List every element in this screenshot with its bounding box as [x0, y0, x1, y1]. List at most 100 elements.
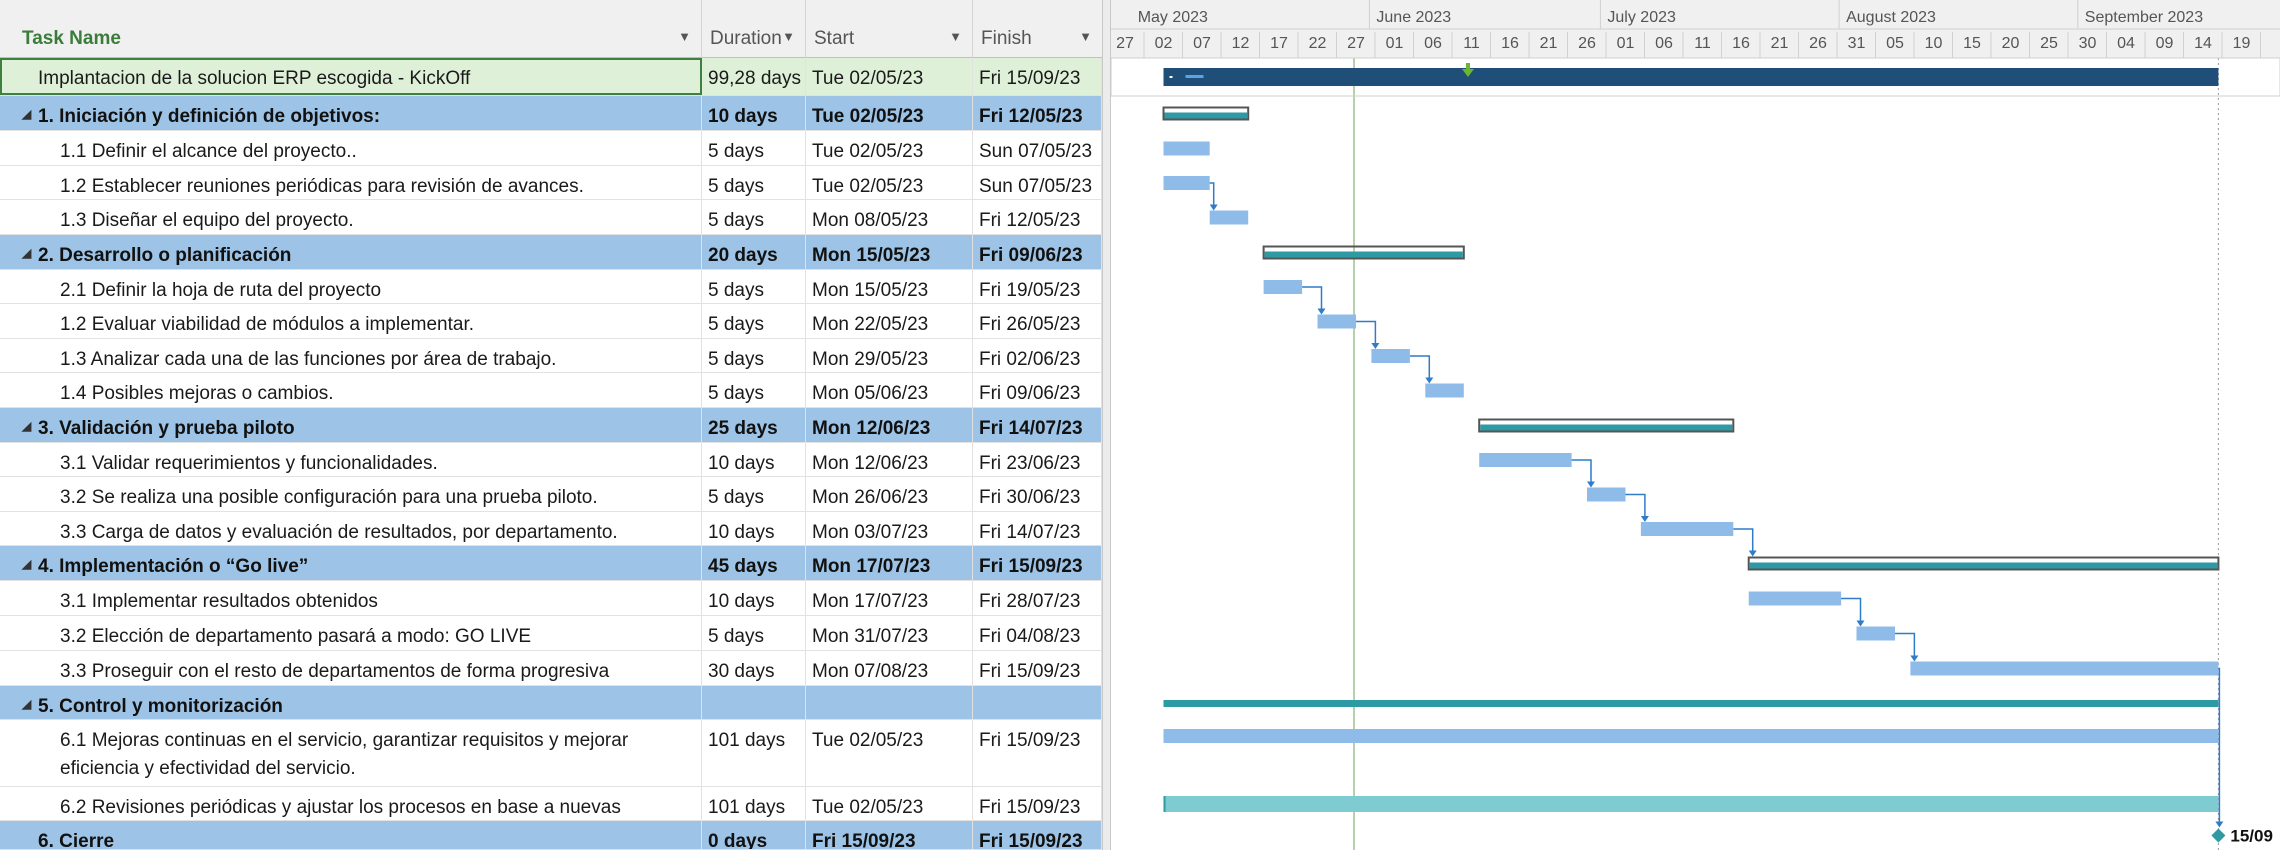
start-cell[interactable]: Mon 17/07/23 [806, 546, 973, 580]
duration-cell[interactable]: 5 days [702, 200, 806, 234]
task-name-cell[interactable]: 6. Cierre [0, 821, 702, 849]
finish-cell[interactable]: Fri 15/09/23 [973, 787, 1102, 820]
finish-cell[interactable]: Fri 26/05/23 [973, 304, 1102, 338]
duration-cell[interactable]: 5 days [702, 477, 806, 511]
start-cell[interactable]: Mon 17/07/23 [806, 581, 973, 615]
task-row[interactable]: 3.3 Proseguir con el resto de departamen… [0, 651, 1102, 686]
duration-cell[interactable] [702, 686, 806, 719]
column-header-duration[interactable]: Duration ▼ [702, 0, 806, 58]
start-cell[interactable]: Mon 03/07/23 [806, 512, 973, 545]
start-cell[interactable]: Tue 02/05/23 [806, 58, 973, 95]
filter-dropdown-icon[interactable]: ▼ [678, 29, 691, 44]
finish-cell[interactable]: Fri 14/07/23 [973, 512, 1102, 545]
duration-cell[interactable]: 5 days [702, 166, 806, 199]
task-row[interactable]: 1.2 Establecer reuniones periódicas para… [0, 166, 1102, 200]
finish-cell[interactable]: Fri 30/06/23 [973, 477, 1102, 511]
task-bar[interactable] [1425, 383, 1464, 398]
finish-cell[interactable]: Fri 14/07/23 [973, 408, 1102, 442]
finish-cell[interactable]: Fri 15/09/23 [973, 821, 1102, 849]
task-name-cell[interactable]: ◢ 5. Control y monitorización [0, 686, 702, 719]
task-name-cell[interactable]: ◢ 1. Iniciación y definición de objetivos… [0, 96, 702, 130]
task-name-cell[interactable]: ◢ 4. Implementación o “Go live” [0, 546, 702, 580]
task-row[interactable]: 3.3 Carga de datos y evaluación de resul… [0, 512, 1102, 546]
finish-cell[interactable] [973, 686, 1102, 719]
task-name-cell[interactable]: 1.3 Diseñar el equipo del proyecto. [0, 200, 702, 234]
task-name-cell[interactable]: 1.2 Establecer reuniones periódicas para… [0, 166, 702, 199]
task-row[interactable]: 1.4 Posibles mejoras o cambios. 5 days Mon… [0, 373, 1102, 408]
duration-cell[interactable]: 45 days [702, 546, 806, 580]
start-cell[interactable]: Mon 08/05/23 [806, 200, 973, 234]
start-cell[interactable]: Fri 15/09/23 [806, 821, 973, 849]
task-name-cell[interactable]: 3.1 Implementar resultados obtenidos [0, 581, 702, 615]
start-cell[interactable]: Tue 02/05/23 [806, 787, 973, 820]
duration-cell[interactable]: 5 days [702, 616, 806, 650]
task-row[interactable]: 3.2 Se realiza una posible configuración… [0, 477, 1102, 512]
finish-cell[interactable]: Fri 02/06/23 [973, 339, 1102, 372]
task-row[interactable]: 2.1 Definir la hoja de ruta del proyecto… [0, 270, 1102, 304]
duration-cell[interactable]: 5 days [702, 131, 806, 165]
finish-cell[interactable]: Fri 19/05/23 [973, 270, 1102, 303]
task-name-cell[interactable]: 3.3 Proseguir con el resto de departamen… [0, 651, 702, 685]
task-bar[interactable] [1317, 314, 1357, 329]
duration-cell[interactable]: 10 days [702, 512, 806, 545]
finish-cell[interactable]: Fri 09/06/23 [973, 373, 1102, 407]
task-name-cell[interactable]: 1.3 Analizar cada una de las funciones p… [0, 339, 702, 372]
column-header-task-name[interactable]: Task Name ▼ [0, 0, 702, 58]
summary-bar[interactable] [1164, 112, 1248, 119]
milestone-row[interactable]: 6. Cierre 0 days Fri 15/09/23 Fri 15/09/23 [0, 821, 1102, 850]
finish-cell[interactable]: Sun 07/05/23 [973, 166, 1102, 199]
task-bar[interactable] [1479, 453, 1572, 467]
task-bar[interactable] [1209, 210, 1249, 225]
duration-cell[interactable]: 101 days [702, 787, 806, 820]
summary-task-row[interactable]: ◢ 5. Control y monitorización [0, 686, 1102, 720]
task-row[interactable]: 3.1 Implementar resultados obtenidos 10 d… [0, 581, 1102, 616]
task-row[interactable]: 3.1 Validar requerimientos y funcionalid… [0, 443, 1102, 477]
start-cell[interactable]: Mon 31/07/23 [806, 616, 973, 650]
column-header-finish[interactable]: Finish ▼ [973, 0, 1102, 58]
task-row[interactable]: 1.1 Definir el alcance del proyecto.. 5 d… [0, 131, 1102, 166]
duration-cell[interactable]: 99,28 days [702, 58, 806, 95]
start-cell[interactable]: Mon 29/05/23 [806, 339, 973, 372]
task-name-cell[interactable]: 1.1 Definir el alcance del proyecto.. [0, 131, 702, 165]
start-cell[interactable]: Mon 05/06/23 [806, 373, 973, 407]
task-row[interactable]: 1.3 Diseñar el equipo del proyecto. 5 day… [0, 200, 1102, 235]
task-row[interactable]: 6.2 Revisiones periódicas y ajustar los … [0, 787, 1102, 821]
start-cell[interactable]: Mon 12/06/23 [806, 408, 973, 442]
summary-bar[interactable] [1749, 562, 2218, 569]
duration-cell[interactable]: 30 days [702, 651, 806, 685]
start-cell[interactable]: Mon 26/06/23 [806, 477, 973, 511]
task-row[interactable]: 6.1 Mejoras continuas en el servicio, ga… [0, 720, 1102, 787]
column-header-start[interactable]: Start ▼ [806, 0, 973, 58]
summary-bar[interactable] [1163, 700, 2219, 707]
start-cell[interactable]: Mon 15/05/23 [806, 235, 973, 269]
summary-bar[interactable] [1480, 424, 1733, 431]
duration-cell[interactable]: 0 days [702, 821, 806, 849]
finish-cell[interactable]: Fri 04/08/23 [973, 616, 1102, 650]
task-name-cell[interactable]: 3.2 Elección de departamento pasará a mo… [0, 616, 702, 650]
task-bar[interactable] [1856, 626, 1896, 641]
task-name-cell[interactable]: 3.3 Carga de datos y evaluación de resul… [0, 512, 702, 545]
duration-cell[interactable]: 25 days [702, 408, 806, 442]
start-cell[interactable] [806, 686, 973, 719]
view-splitter[interactable] [1102, 0, 1111, 850]
finish-cell[interactable]: Fri 15/09/23 [973, 546, 1102, 580]
duration-cell[interactable]: 101 days [702, 720, 806, 786]
start-cell[interactable]: Mon 12/06/23 [806, 443, 973, 476]
project-summary-bar[interactable] [1163, 68, 2219, 86]
duration-cell[interactable]: 5 days [702, 373, 806, 407]
start-cell[interactable]: Tue 02/05/23 [806, 166, 973, 199]
task-row[interactable]: 1.2 Evaluar viabilidad de módulos a impl… [0, 304, 1102, 339]
duration-cell[interactable]: 20 days [702, 235, 806, 269]
task-bar[interactable] [1163, 176, 1210, 190]
task-name-cell[interactable]: 3.1 Validar requerimientos y funcionalid… [0, 443, 702, 476]
task-name-cell[interactable]: 2.1 Definir la hoja de ruta del proyecto [0, 270, 702, 303]
task-bar[interactable] [1640, 522, 1734, 536]
finish-cell[interactable]: Fri 15/09/23 [973, 651, 1102, 685]
task-name-cell[interactable]: ◢ 2. Desarrollo o planificación [0, 235, 702, 269]
filter-dropdown-icon[interactable]: ▼ [782, 29, 795, 44]
task-row[interactable]: 3.2 Elección de departamento pasará a mo… [0, 616, 1102, 651]
collapse-triangle-icon[interactable]: ◢ [22, 107, 31, 121]
milestone-diamond[interactable] [2211, 828, 2226, 843]
task-name-cell[interactable]: 6.1 Mejoras continuas en el servicio, ga… [0, 720, 702, 786]
task-bar[interactable] [1163, 796, 2219, 812]
